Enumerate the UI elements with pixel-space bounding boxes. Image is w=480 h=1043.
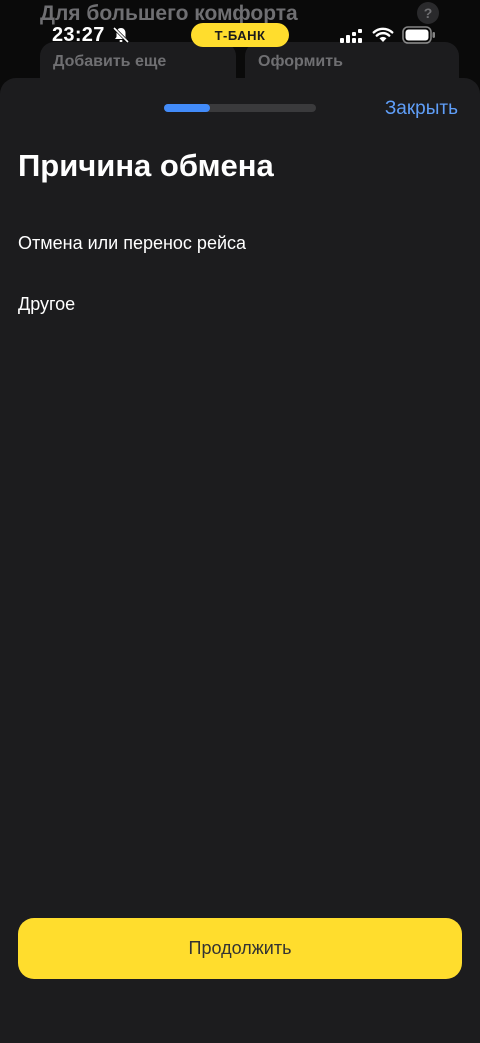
bank-badge: Т-БАНК	[191, 23, 289, 47]
cellular-signal-icon	[340, 29, 362, 43]
step-progress-bar	[164, 104, 316, 112]
step-progress-fill	[164, 104, 210, 112]
background-card-label: Добавить еще	[53, 53, 167, 70]
background-card-label: Оформить	[258, 53, 343, 70]
close-button[interactable]: Закрыть	[385, 98, 458, 120]
status-bar: 23:27 Т-БАНК	[0, 20, 480, 50]
sheet-title: Причина обмена	[18, 148, 274, 183]
reason-option-label: Другое	[18, 294, 76, 314]
battery-icon	[402, 26, 435, 44]
continue-button[interactable]: Продолжить	[18, 918, 462, 979]
reason-option-label: Отмена или перенос рейса	[18, 233, 247, 253]
exchange-reason-sheet: Закрыть Причина обмена Отмена или перено…	[0, 78, 480, 1043]
status-time: 23:27	[52, 24, 105, 46]
wifi-icon	[372, 27, 394, 42]
reason-option-other[interactable]: Другое	[0, 274, 480, 334]
bell-muted-icon	[112, 26, 130, 44]
reason-option-flight-cancel[interactable]: Отмена или перенос рейса	[0, 213, 480, 273]
